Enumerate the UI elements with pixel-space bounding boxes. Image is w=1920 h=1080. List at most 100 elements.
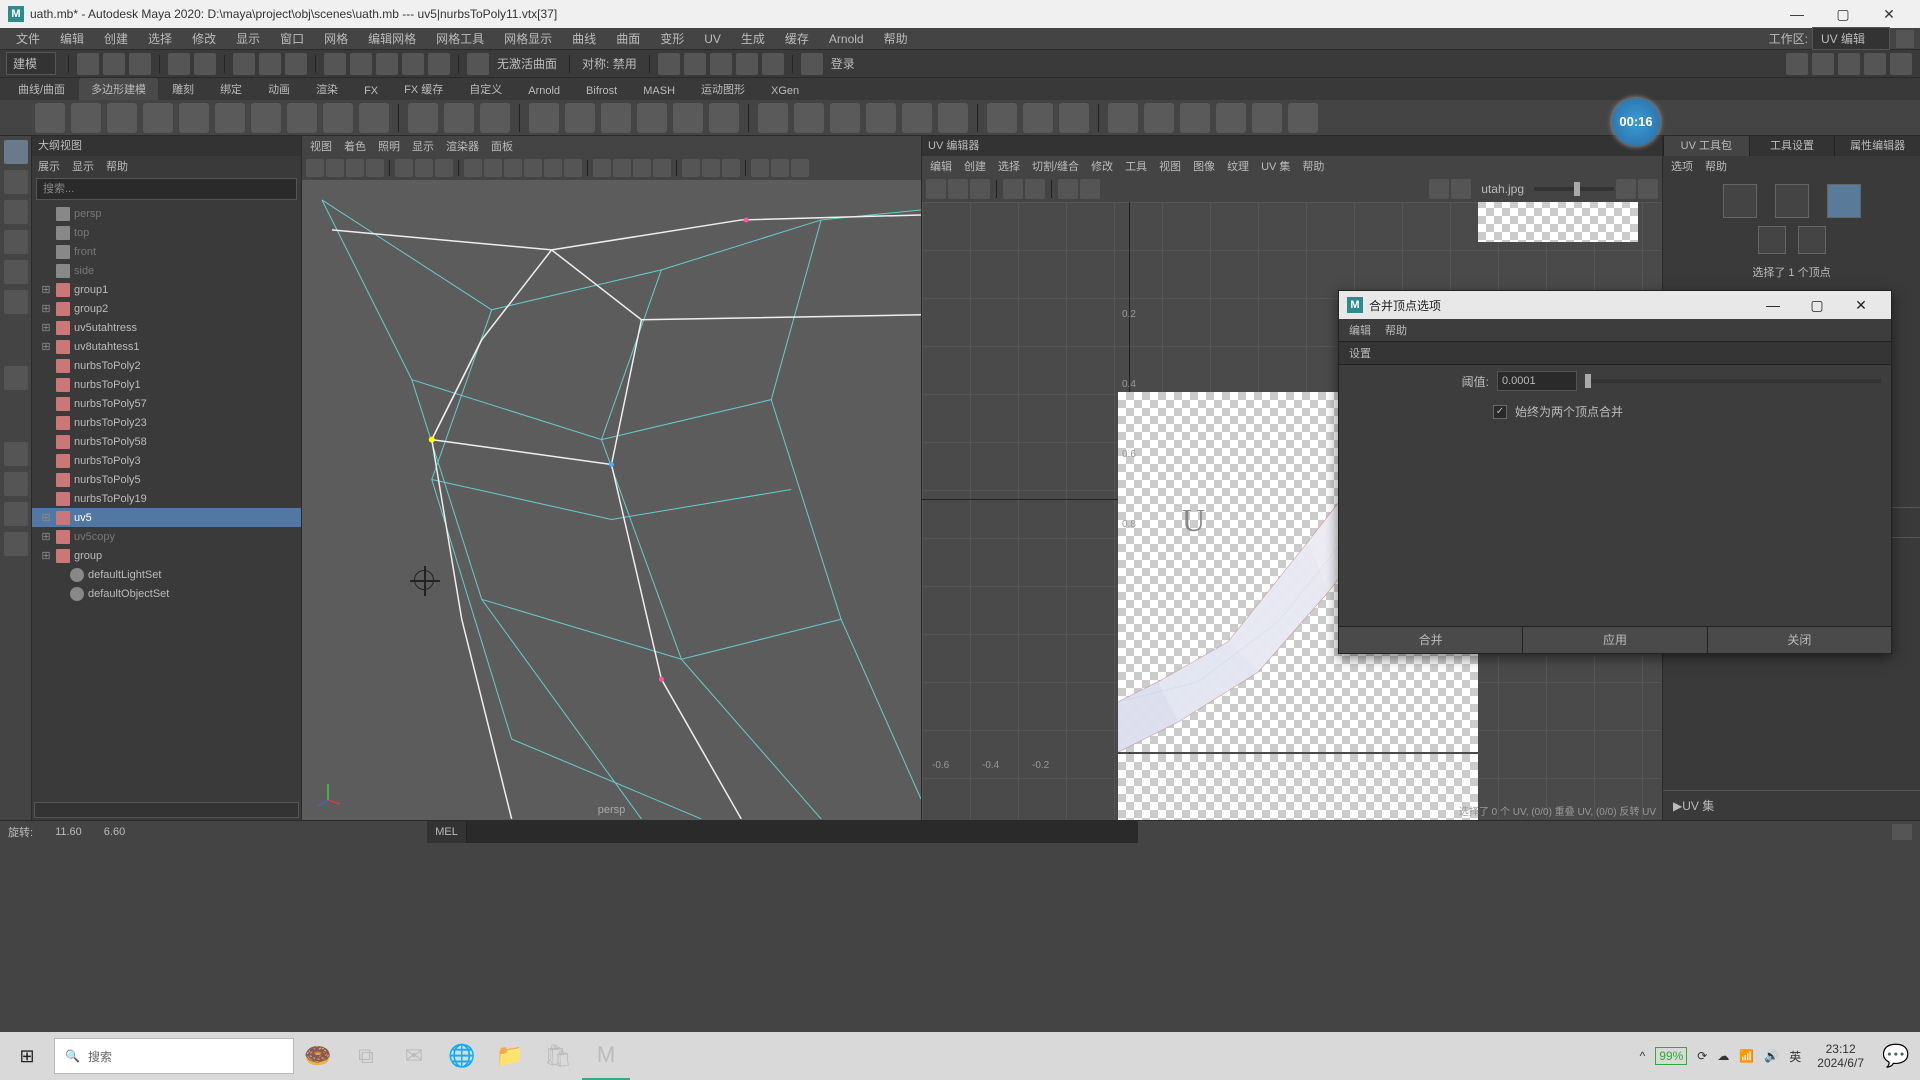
dialog-settings-header[interactable]: 设置 — [1339, 341, 1891, 365]
uv-checker-icon[interactable] — [1429, 179, 1449, 199]
shelf-separate-icon[interactable] — [480, 103, 510, 133]
last-tool[interactable] — [4, 366, 28, 390]
shelf-bridge-icon[interactable] — [830, 103, 860, 133]
outliner-node-top[interactable]: top — [32, 223, 301, 242]
always-merge-checkbox[interactable]: ✓ — [1493, 405, 1507, 419]
dialog-minimize-button[interactable]: — — [1751, 297, 1795, 313]
outliner-node-front[interactable]: front — [32, 242, 301, 261]
outliner-node-uv8utahtess1[interactable]: ⊞uv8utahtess1 — [32, 337, 301, 356]
shelf-cube-icon[interactable] — [71, 103, 101, 133]
new-scene-icon[interactable] — [77, 53, 99, 75]
shelf-subdiv-icon[interactable] — [601, 103, 631, 133]
vp-icon[interactable] — [415, 159, 433, 177]
layout-icon-5[interactable] — [1890, 53, 1912, 75]
menu-meshdisplay[interactable]: 网格显示 — [494, 30, 562, 47]
vp-icon[interactable] — [564, 159, 582, 177]
outliner-node-defaultObjectSet[interactable]: defaultObjectSet — [32, 584, 301, 603]
login-label[interactable]: 登录 — [831, 55, 855, 72]
window-minimize-button[interactable]: — — [1774, 0, 1820, 28]
vp-icon[interactable] — [633, 159, 651, 177]
uvtk-tab-toolkit[interactable]: UV 工具包 — [1663, 136, 1749, 156]
dialog-menu-edit[interactable]: 编辑 — [1349, 322, 1371, 338]
live-surface-icon[interactable] — [467, 53, 489, 75]
outliner-node-uv5[interactable]: ⊞uv5 — [32, 508, 301, 527]
system-tray[interactable]: ^ 99% ⟳ ☁ 📶 🔊 英 — [1632, 1047, 1810, 1065]
vp-menu-show[interactable]: 显示 — [412, 138, 434, 154]
layout-split[interactable] — [4, 502, 28, 526]
uv-menu-help[interactable]: 帮助 — [1302, 158, 1324, 174]
uvtk-cube-icon[interactable] — [1827, 184, 1861, 218]
shelf-extrude-icon[interactable] — [758, 103, 788, 133]
shelf-retopo-icon[interactable] — [637, 103, 667, 133]
shelf-smooth-icon[interactable] — [565, 103, 595, 133]
shelf-torus-icon[interactable] — [179, 103, 209, 133]
taskbar-taskview-icon[interactable]: ⧉ — [342, 1032, 390, 1080]
vp-icon[interactable] — [366, 159, 384, 177]
shelf-uvcylindrical-icon[interactable] — [1144, 103, 1174, 133]
layout-four[interactable] — [4, 472, 28, 496]
uvtk-menu-help[interactable]: 帮助 — [1705, 158, 1727, 174]
shelf-polycount-icon[interactable] — [408, 103, 438, 133]
outliner-menu-display[interactable]: 展示 — [38, 158, 60, 174]
save-scene-icon[interactable] — [129, 53, 151, 75]
redo-icon[interactable] — [194, 53, 216, 75]
outliner-node-group2[interactable]: ⊞group2 — [32, 299, 301, 318]
shelf-connect-icon[interactable] — [1059, 103, 1089, 133]
lasso-tool[interactable] — [4, 170, 28, 194]
vp-icon[interactable] — [484, 159, 502, 177]
menu-curves[interactable]: 曲线 — [562, 30, 606, 47]
outliner-node-uv5utahtress[interactable]: ⊞uv5utahtress — [32, 318, 301, 337]
account-icon[interactable] — [801, 53, 823, 75]
outliner-node-side[interactable]: side — [32, 261, 301, 280]
menu-editmesh[interactable]: 编辑网格 — [358, 30, 426, 47]
tray-volume-icon[interactable]: 🔊 — [1764, 1049, 1779, 1063]
dialog-maximize-button[interactable]: ▢ — [1795, 297, 1839, 314]
outliner-node-nurbsToPoly58[interactable]: nurbsToPoly58 — [32, 432, 301, 451]
ipr-icon[interactable] — [710, 53, 732, 75]
shelf-tab-custom[interactable]: 自定义 — [457, 78, 514, 100]
threshold-slider[interactable] — [1585, 379, 1881, 383]
shelf-triangulate-icon[interactable] — [673, 103, 703, 133]
tray-chevron-icon[interactable]: ^ — [1640, 1049, 1646, 1063]
uv-tool-icon[interactable] — [926, 179, 946, 199]
layout-icon-1[interactable] — [1786, 53, 1808, 75]
uvtk-shell-icon[interactable] — [1723, 184, 1757, 218]
uv-menu-view[interactable]: 视图 — [1159, 158, 1181, 174]
vp-icon[interactable] — [702, 159, 720, 177]
vp-icon[interactable] — [722, 159, 740, 177]
outliner-node-defaultLightSet[interactable]: defaultLightSet — [32, 565, 301, 584]
menu-mesh[interactable]: 网格 — [314, 30, 358, 47]
menu-edit[interactable]: 编辑 — [50, 30, 94, 47]
uvtk-tab-toolsettings[interactable]: 工具设置 — [1749, 136, 1835, 156]
shelf-collapse-icon[interactable] — [938, 103, 968, 133]
vp-icon[interactable] — [326, 159, 344, 177]
outliner-node-uv5copy[interactable]: ⊞uv5copy — [32, 527, 301, 546]
workspace-reset-icon[interactable] — [1896, 30, 1914, 48]
window-close-button[interactable]: ✕ — [1866, 0, 1912, 28]
dialog-merge-button[interactable]: 合并 — [1339, 627, 1522, 653]
uv-menu-modify[interactable]: 修改 — [1091, 158, 1113, 174]
uv-tool-icon[interactable] — [1080, 179, 1100, 199]
layout-single[interactable] — [4, 442, 28, 466]
uv-tool-icon[interactable] — [1638, 179, 1658, 199]
snap-grid-icon[interactable] — [324, 53, 346, 75]
shelf-uveditor-icon[interactable] — [1288, 103, 1318, 133]
history-icon[interactable] — [658, 53, 680, 75]
shelf-tab-fxcache[interactable]: FX 缓存 — [392, 78, 455, 100]
uvtk-tab-attreditor[interactable]: 属性编辑器 — [1834, 136, 1920, 156]
shelf-cone-icon[interactable] — [143, 103, 173, 133]
vp-menu-panels[interactable]: 面板 — [491, 138, 513, 154]
shelf-multicut-icon[interactable] — [987, 103, 1017, 133]
shelf-uvplanar-icon[interactable] — [1108, 103, 1138, 133]
outliner-node-nurbsToPoly57[interactable]: nurbsToPoly57 — [32, 394, 301, 413]
outliner-menu-show[interactable]: 显示 — [72, 158, 94, 174]
taskbar-search[interactable]: 🔍 搜索 — [54, 1038, 294, 1074]
outliner-tree[interactable]: persptopfrontside⊞group1⊞group2⊞uv5utaht… — [32, 202, 301, 800]
outliner-node-nurbsToPoly1[interactable]: nurbsToPoly1 — [32, 375, 301, 394]
outliner-node-nurbsToPoly19[interactable]: nurbsToPoly19 — [32, 489, 301, 508]
outliner-node-nurbsToPoly2[interactable]: nurbsToPoly2 — [32, 356, 301, 375]
shelf-svg-icon[interactable] — [359, 103, 389, 133]
uv-tool-icon[interactable] — [1616, 179, 1636, 199]
layout-icon-2[interactable] — [1812, 53, 1834, 75]
shelf-tab-arnold[interactable]: Arnold — [516, 82, 572, 100]
